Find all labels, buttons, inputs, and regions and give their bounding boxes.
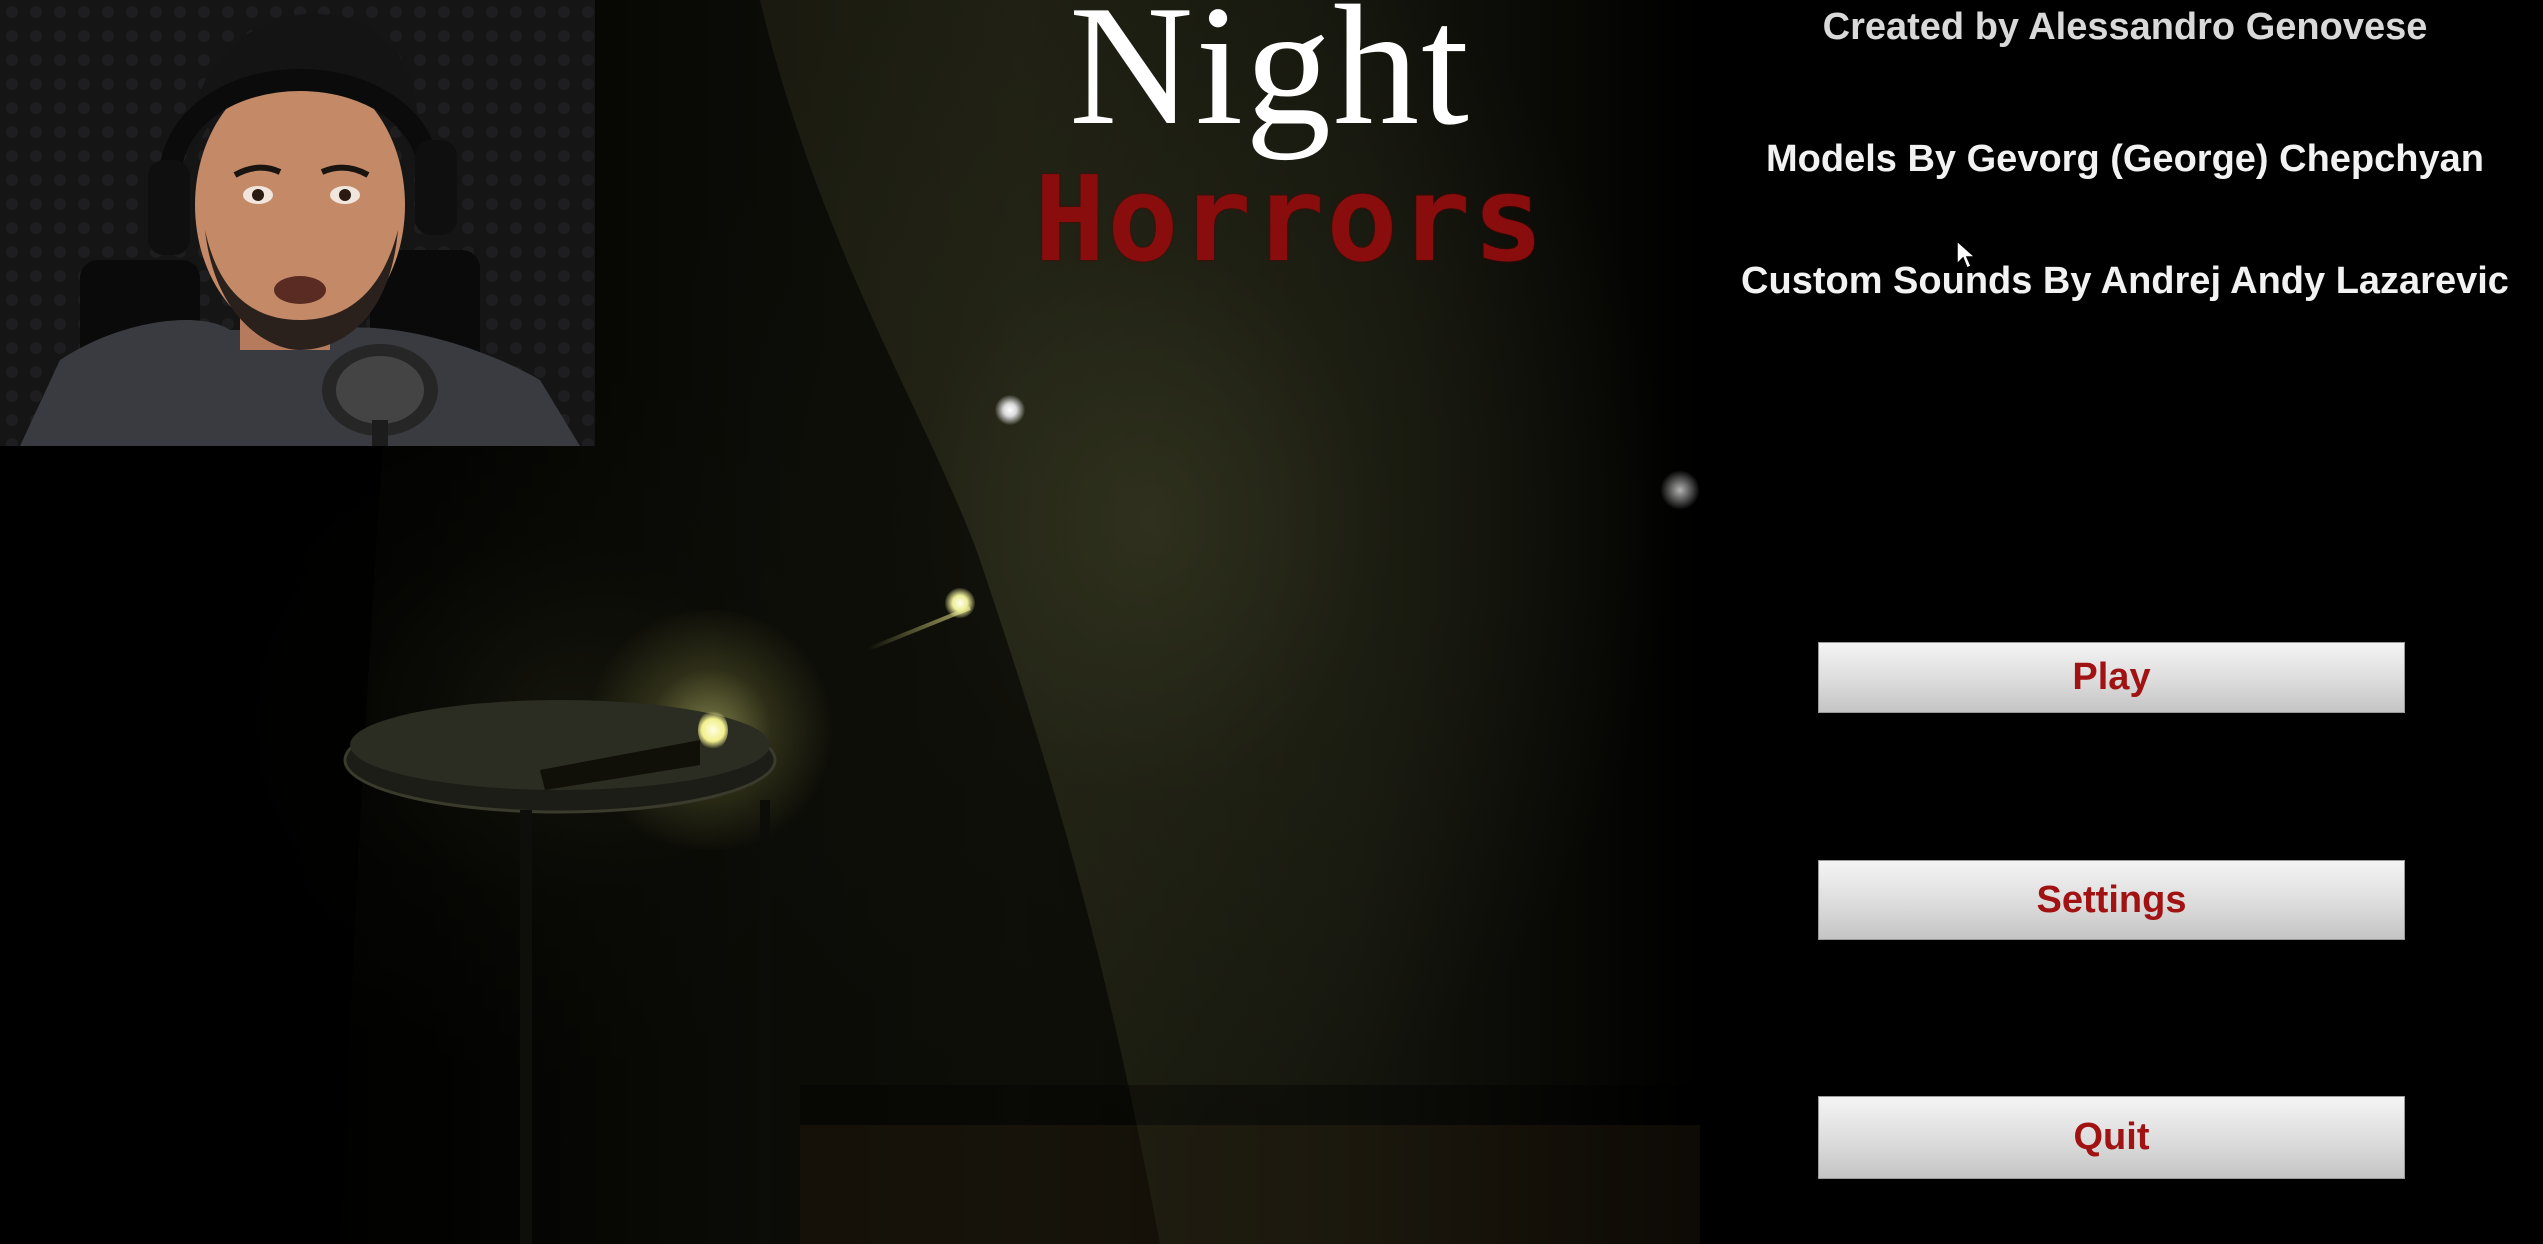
streamer-webcam: [0, 0, 595, 446]
edge-light: [1660, 470, 1700, 510]
mouse-pointer-icon: [1956, 240, 1977, 270]
settings-button-label: Settings: [2036, 878, 2187, 921]
game-title-horrors: Horrors: [1034, 150, 1546, 288]
credit-sounds: Custom Sounds By Andrej Andy Lazarevic: [1741, 260, 2509, 302]
play-button[interactable]: Play: [1818, 642, 2405, 713]
credit-models: Models By Gevorg (George) Chepchyan: [1766, 138, 2484, 180]
streamer-avatar: [0, 0, 595, 446]
quit-button-label: Quit: [2073, 1116, 2150, 1158]
game-title-night: Night: [1069, 0, 1471, 161]
quit-button[interactable]: Quit: [1818, 1096, 2405, 1179]
main-menu-screen: Night Horrors Created by Alessandro Geno…: [0, 0, 2543, 1244]
white-light-orb: [995, 395, 1025, 425]
glowing-orb: [945, 588, 975, 618]
play-button-label: Play: [2072, 656, 2151, 698]
settings-button[interactable]: Settings: [1818, 860, 2405, 940]
glowing-orb: [698, 710, 728, 750]
credit-creator: Created by Alessandro Genovese: [1822, 6, 2428, 48]
